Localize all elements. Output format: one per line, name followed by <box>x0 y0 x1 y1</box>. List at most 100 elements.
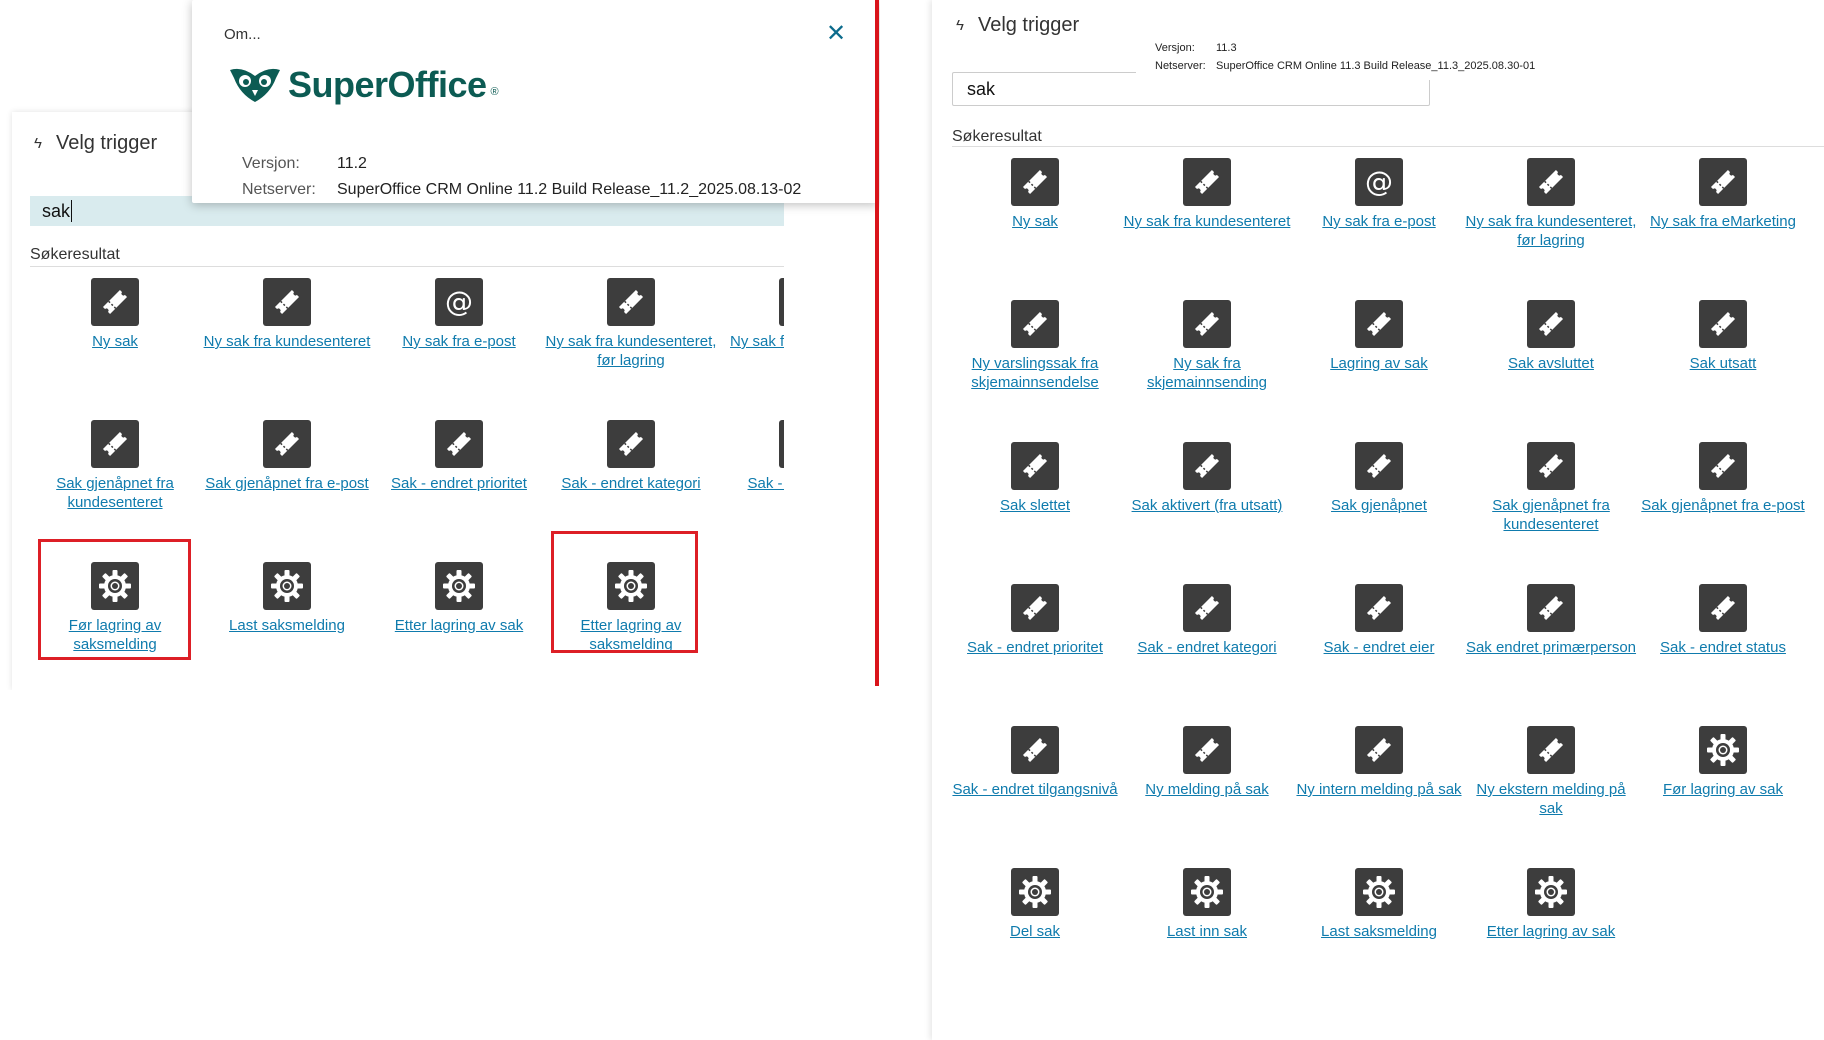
version-value: 11.2 <box>337 155 367 172</box>
netserver-value: SuperOffice CRM Online 11.2 Build Releas… <box>337 181 802 198</box>
version-key: Versjon: <box>242 155 300 172</box>
trigger-tile[interactable]: Sak endret primærperson <box>1465 584 1637 657</box>
trigger-link[interactable]: Før lagring av sak <box>1637 780 1809 799</box>
trigger-tile[interactable]: Sak - endret prioritet <box>373 420 545 493</box>
trigger-tile[interactable]: Sak - endret status <box>1637 584 1809 657</box>
version-value: 11.3 <box>1216 42 1237 54</box>
trigger-tile[interactable]: Sak slettet <box>949 442 1121 515</box>
trigger-link[interactable]: Ny sak fra skjemainnsending <box>1121 354 1293 392</box>
ticket-icon <box>1355 584 1403 632</box>
trigger-link[interactable]: Ny sak fra eMarketing <box>1637 212 1809 231</box>
trigger-link[interactable]: Etter lagring av sak <box>373 616 545 635</box>
trigger-tile[interactable]: Ny varslingssak fra skjemainnsendelse <box>949 300 1121 392</box>
trigger-link[interactable]: Sak utsatt <box>1637 354 1809 373</box>
trigger-tile[interactable]: Ny sak <box>949 158 1121 231</box>
trigger-tile[interactable]: Last saksmelding <box>201 562 373 635</box>
trigger-link[interactable]: Ny sak fra kundesenteret <box>1121 212 1293 231</box>
trigger-tile[interactable]: Etter lagring av sak <box>1465 868 1637 941</box>
ticket-icon <box>607 278 655 326</box>
trigger-link[interactable]: Sak gjenåpnet <box>1293 496 1465 515</box>
trigger-tile[interactable]: Ny sak fra kundesenteret, før lagring <box>1465 158 1637 250</box>
trigger-link[interactable]: Sak gjenåpnet fra e-post <box>201 474 373 493</box>
trigger-tile[interactable]: Ny melding på sak <box>1121 726 1293 799</box>
svg-text:@: @ <box>1365 166 1393 198</box>
ticket-icon <box>1011 442 1059 490</box>
trigger-tile[interactable]: Ny sak <box>29 278 201 351</box>
trigger-tile[interactable]: Sak aktivert (fra utsatt) <box>1121 442 1293 515</box>
trigger-link[interactable]: Ny sak fra e-post <box>373 332 545 351</box>
trigger-link[interactable]: Last saksmelding <box>201 616 373 635</box>
trigger-link[interactable]: Sak gjenåpnet fra kundesenteret <box>1465 496 1637 534</box>
trigger-link[interactable]: Lagring av sak <box>1293 354 1465 373</box>
trigger-tile[interactable]: Ny sak fra kundesenteret <box>201 278 373 351</box>
trigger-tile[interactable]: Sak gjenåpnet fra e-post <box>1637 442 1809 515</box>
trigger-link[interactable]: Sak avsluttet <box>1465 354 1637 373</box>
trigger-tile[interactable]: Ny sak fra kundesenteret, før lagring <box>545 278 717 370</box>
trigger-link[interactable]: Ny sak fra kundesenteret, før lagring <box>1465 212 1637 250</box>
results-divider-right <box>952 146 1824 147</box>
trigger-link[interactable]: Ny sak <box>949 212 1121 231</box>
trigger-link[interactable]: Ny sak fra e-post <box>1293 212 1465 231</box>
at-icon: @ <box>435 278 483 326</box>
trigger-link[interactable]: Sak - endret eier <box>1293 638 1465 657</box>
trigger-tile[interactable]: Last inn sak <box>1121 868 1293 941</box>
trigger-tile[interactable]: Sak - endret kategori <box>545 420 717 493</box>
trigger-tile[interactable]: @ Ny sak fra e-post <box>373 278 545 351</box>
trigger-link[interactable]: Del sak <box>949 922 1121 941</box>
trigger-tile[interactable]: Ny sak fra eMarketing <box>1637 158 1809 231</box>
trigger-link[interactable]: Ny melding på sak <box>1121 780 1293 799</box>
trigger-link[interactable]: Ny sak fra kundesenteret, før lagring <box>545 332 717 370</box>
trigger-link[interactable]: Sak gjenåpnet fra e-post <box>1637 496 1809 515</box>
ticket-icon <box>1355 442 1403 490</box>
trigger-link[interactable]: Last saksmelding <box>1293 922 1465 941</box>
trigger-link[interactable]: Sak slettet <box>949 496 1121 515</box>
trigger-tile[interactable]: Last saksmelding <box>1293 868 1465 941</box>
trigger-link[interactable]: Ny ekstern melding på sak <box>1465 780 1637 818</box>
trigger-link[interactable]: Sak - endret status <box>1637 638 1809 657</box>
trigger-link[interactable]: Last inn sak <box>1121 922 1293 941</box>
trigger-tile[interactable]: Sak gjenåpnet fra kundesenteret <box>29 420 201 512</box>
trigger-tile[interactable]: Ny sak fra skjemainnsending <box>1121 300 1293 392</box>
trigger-link[interactable]: Sak - endret tilgangsnivå <box>949 780 1121 799</box>
trigger-link[interactable]: Ny sak fra eMarketing <box>717 332 784 351</box>
trigger-link[interactable]: Ny intern melding på sak <box>1293 780 1465 799</box>
trigger-tile[interactable]: Ny ekstern melding på sak <box>1465 726 1637 818</box>
trigger-tile[interactable]: Sak - endret tilgangsnivå <box>949 726 1121 799</box>
trigger-link[interactable]: Sak - endret kategori <box>545 474 717 493</box>
trigger-link[interactable]: Ny sak fra kundesenteret <box>201 332 373 351</box>
trigger-tile[interactable]: Sak - endret kategori <box>1121 584 1293 657</box>
trigger-tile[interactable]: Sak - endret eier <box>1293 584 1465 657</box>
trigger-tile[interactable]: @ Ny sak fra e-post <box>1293 158 1465 231</box>
trigger-link[interactable]: Sak gjenåpnet fra kundesenteret <box>29 474 201 512</box>
trigger-tile[interactable]: Sak utsatt <box>1637 300 1809 373</box>
trigger-link[interactable]: Sak endret primærperson <box>1465 638 1637 657</box>
trigger-link[interactable]: Ny varslingssak fra skjemainnsendelse <box>949 354 1121 392</box>
gear-icon <box>1355 868 1403 916</box>
trigger-tile[interactable]: Ny sak fra eMarketing <box>717 278 784 351</box>
trigger-tile[interactable]: Sak - endret prioritet <box>949 584 1121 657</box>
trigger-link[interactable]: Sak - endret prioritet <box>373 474 545 493</box>
trigger-tile[interactable]: Lagring av sak <box>1293 300 1465 373</box>
trigger-tile[interactable]: Sak gjenåpnet fra kundesenteret <box>1465 442 1637 534</box>
trigger-link[interactable]: Sak - endret prioritet <box>949 638 1121 657</box>
trigger-link[interactable]: Etter lagring av sak <box>1465 922 1637 941</box>
ticket-icon <box>1355 726 1403 774</box>
trigger-link[interactable]: Sak aktivert (fra utsatt) <box>1121 496 1293 515</box>
ticket-icon <box>263 420 311 468</box>
trigger-tile[interactable]: Etter lagring av sak <box>373 562 545 635</box>
ticket-icon <box>1699 300 1747 348</box>
trigger-link[interactable]: Sak - endret eier <box>717 474 784 493</box>
trigger-tile[interactable]: Sak gjenåpnet fra e-post <box>201 420 373 493</box>
close-icon[interactable]: ✕ <box>826 22 846 46</box>
trigger-tile[interactable]: Sak - endret eier <box>717 420 784 493</box>
trigger-tile[interactable]: Ny sak fra kundesenteret <box>1121 158 1293 231</box>
trigger-tile[interactable]: Ny intern melding på sak <box>1293 726 1465 799</box>
trigger-tile[interactable]: Før lagring av sak <box>1637 726 1809 799</box>
ticket-icon <box>1011 300 1059 348</box>
trigger-tile[interactable]: Del sak <box>949 868 1121 941</box>
trigger-title-right: ϟ Velg trigger <box>956 14 1079 37</box>
trigger-link[interactable]: Sak - endret kategori <box>1121 638 1293 657</box>
trigger-link[interactable]: Ny sak <box>29 332 201 351</box>
trigger-tile[interactable]: Sak avsluttet <box>1465 300 1637 373</box>
trigger-tile[interactable]: Sak gjenåpnet <box>1293 442 1465 515</box>
